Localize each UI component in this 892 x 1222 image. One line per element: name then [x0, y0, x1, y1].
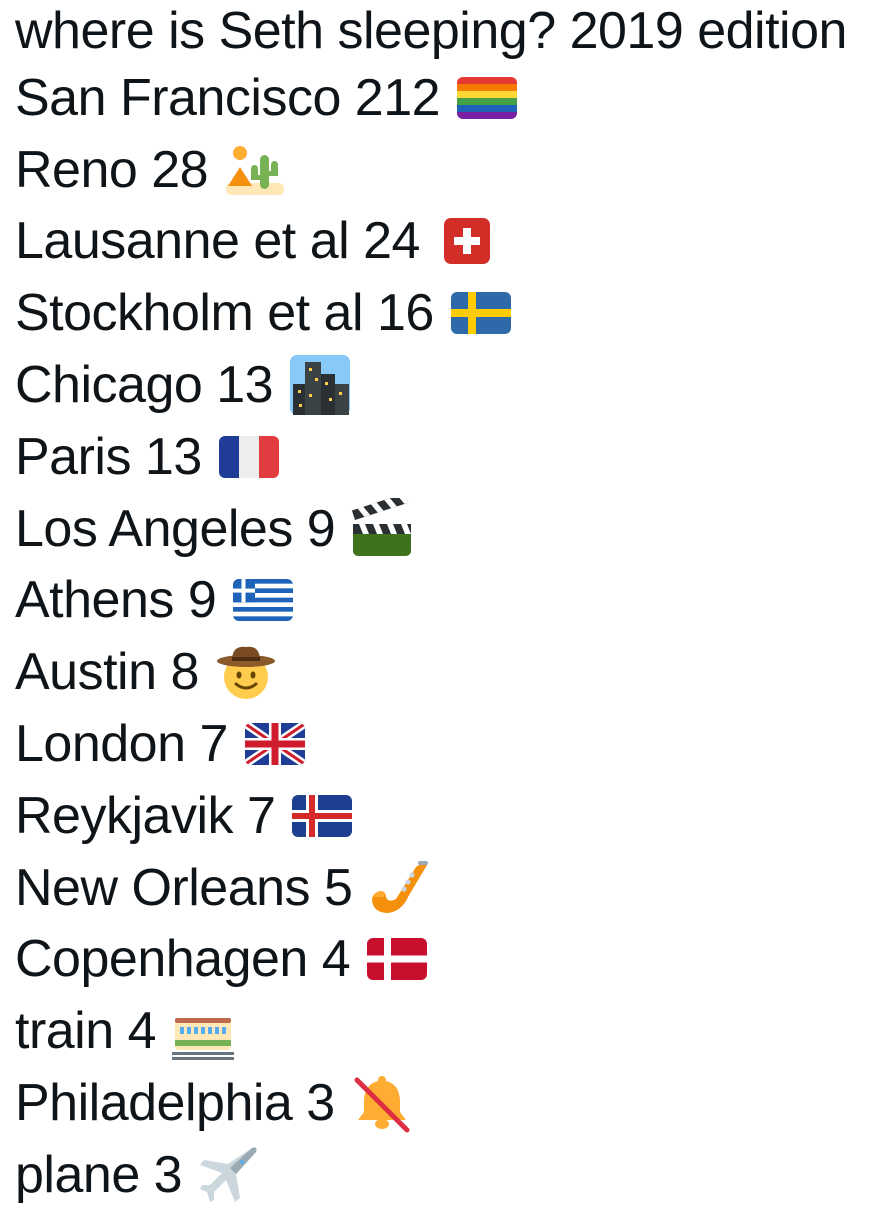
list-item: New Orleans 5 [15, 852, 885, 924]
french-flag-icon [218, 426, 280, 488]
post-title: where is Seth sleeping? 2019 edition [15, 0, 885, 62]
cowboy-face-icon [215, 641, 277, 703]
saxophone-icon [368, 857, 430, 919]
entry-label: Philadelphia 3 [15, 1074, 335, 1133]
list-item: Stockholm et al 16 [15, 277, 885, 349]
list-item: Lausanne et al 24 [15, 206, 885, 278]
railway-car-icon [172, 1000, 235, 1062]
entry-label: San Francisco 212 [15, 68, 441, 127]
desert-icon [224, 139, 286, 201]
iceland-flag-icon [291, 785, 353, 847]
entry-label: London 7 [15, 715, 228, 774]
entry-label: Austin 8 [15, 643, 199, 702]
list-item: London 7 [15, 708, 885, 780]
entry-label: Reykjavik 7 [15, 786, 276, 845]
list-item: San Francisco 212 [15, 62, 885, 134]
swedish-flag-icon [450, 282, 512, 344]
entry-label: Stockholm et al 16 [15, 284, 434, 343]
entry-label: Athens 9 [15, 571, 217, 630]
list-item: Austin 8 [15, 636, 885, 708]
post-body: where is Seth sleeping? 2019 edition San… [15, 0, 885, 1211]
list-item: Los Angeles 9 [15, 493, 885, 565]
night-city-icon [289, 354, 351, 416]
greek-flag-icon [232, 569, 294, 631]
list-item: Reno 28 [15, 134, 885, 206]
entry-label: Lausanne et al 24 [15, 212, 420, 271]
entry-label: plane 3 [15, 1145, 183, 1204]
list-item: Copenhagen 4 [15, 924, 885, 996]
rainbow-flag-icon [456, 67, 518, 129]
list-item: Paris 13 [15, 421, 885, 493]
clapper-board-icon [351, 497, 413, 560]
entry-label: Los Angeles 9 [15, 499, 336, 558]
swiss-flag-icon [436, 210, 498, 272]
danish-flag-icon [366, 928, 428, 990]
list-item: Chicago 13 [15, 349, 885, 421]
entry-label: New Orleans 5 [15, 858, 353, 917]
list-item: Reykjavik 7 [15, 780, 885, 852]
bell-slash-icon [351, 1072, 413, 1134]
uk-flag-icon [244, 713, 306, 775]
list-item: train 4 [15, 995, 885, 1067]
entry-label: Paris 13 [15, 427, 202, 486]
post-title-text: where is Seth sleeping? 2019 edition [15, 2, 847, 60]
entry-label: Chicago 13 [15, 356, 274, 415]
airplane-icon [198, 1144, 260, 1206]
list-item: Philadelphia 3 [15, 1067, 885, 1139]
list-item: Athens 9 [15, 565, 885, 637]
entry-label: Copenhagen 4 [15, 930, 351, 989]
entry-label: Reno 28 [15, 140, 209, 199]
list-item: plane 3 [15, 1139, 885, 1211]
entry-label: train 4 [15, 1002, 157, 1061]
